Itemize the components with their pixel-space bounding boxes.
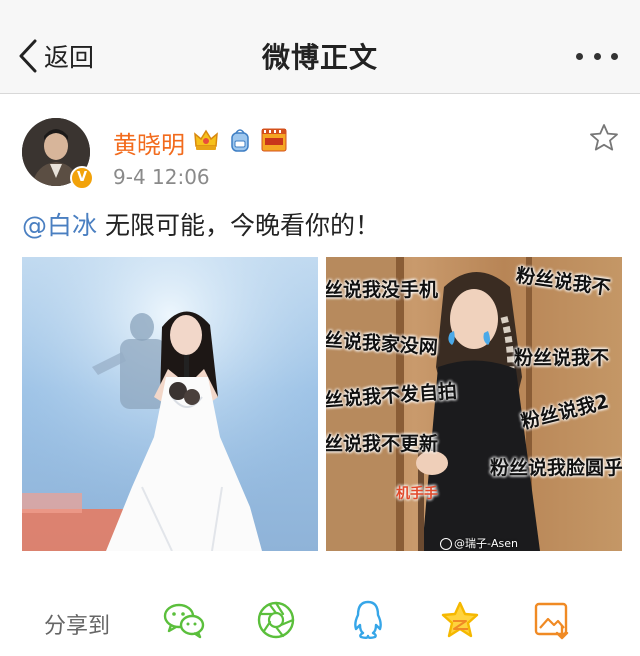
meme-text: 粉丝说我脸圆乎 — [490, 457, 622, 479]
more-options-icon[interactable] — [576, 44, 618, 68]
wechat-icon[interactable] — [162, 598, 206, 642]
photo-singer-stage[interactable] — [22, 257, 318, 551]
post-body: 无限可能，今晚看你的！ — [97, 211, 380, 240]
verified-badge-icon: V — [70, 166, 94, 190]
meme-text: 粉丝说我不 — [514, 347, 610, 369]
meme-text: 丝说我没手机 — [326, 279, 439, 301]
image-save-icon[interactable] — [530, 598, 574, 642]
backpack-badge-icon — [226, 126, 254, 154]
photo-meme[interactable]: 丝说我没手机 粉丝说我不 丝说我家没网 粉丝说我不 丝说我不发自拍 粉丝说我2 … — [326, 257, 622, 551]
user-badges — [192, 126, 288, 154]
moments-icon[interactable] — [254, 598, 298, 642]
qq-icon[interactable] — [346, 598, 390, 642]
watermark-text: @瑞子-Asen — [454, 537, 518, 550]
page-title: 微博正文 — [261, 41, 378, 74]
movie-badge-icon — [260, 126, 288, 154]
post-text: @白冰 无限可能，今晚看你的！ — [22, 206, 380, 242]
qzone-icon[interactable] — [438, 598, 482, 642]
favorite-star-icon[interactable] — [588, 122, 620, 154]
post-timestamp: 9-4 12:06 — [113, 165, 210, 189]
mention-link[interactable]: @白冰 — [22, 211, 97, 240]
navigation-bar: 返回 微博正文 — [0, 0, 640, 94]
meme-text: 丝说我不更新 — [326, 433, 439, 455]
share-label: 分享到 — [44, 614, 111, 639]
crown-badge-icon — [192, 126, 220, 154]
meme-small-label: 机手手 — [396, 486, 438, 502]
weibo-watermark-icon — [440, 538, 452, 550]
image-watermark: @瑞子-Asen — [440, 535, 518, 551]
username[interactable]: 黄晓明 — [113, 125, 185, 160]
